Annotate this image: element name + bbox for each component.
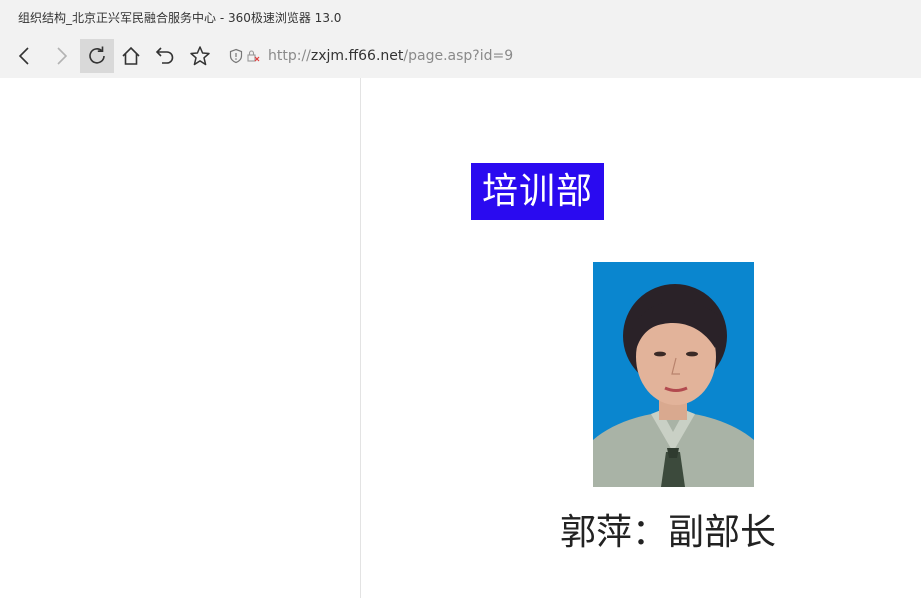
left-sidebar	[0, 78, 361, 598]
insecure-lock-icon[interactable]	[246, 49, 260, 63]
favorite-button[interactable]	[183, 39, 217, 73]
title-bar: 组织结构_北京正兴军民融合服务中心 - 360极速浏览器 13.0	[0, 0, 921, 34]
portrait-photo	[593, 262, 754, 487]
department-title: 培训部	[471, 163, 604, 220]
home-button[interactable]	[114, 39, 148, 73]
toolbar: http://zxjm.ff66.net/page.asp?id=9	[0, 34, 921, 78]
home-icon	[122, 46, 140, 65]
forward-button[interactable]	[44, 39, 78, 73]
shield-icon[interactable]	[228, 48, 244, 64]
back-button[interactable]	[8, 39, 42, 73]
address-bar[interactable]: http://zxjm.ff66.net/page.asp?id=9	[228, 34, 513, 78]
star-icon	[190, 46, 210, 66]
page-content: 培训部 郭萍：副部长	[0, 78, 921, 598]
url-text[interactable]: http://zxjm.ff66.net/page.asp?id=9	[268, 48, 513, 64]
window-title: 组织结构_北京正兴军民融合服务中心 - 360极速浏览器 13.0	[18, 11, 342, 25]
browser-window: 组织结构_北京正兴军民融合服务中心 - 360极速浏览器 13.0 http:/…	[0, 0, 921, 598]
undo-icon	[155, 47, 174, 64]
chevron-right-icon	[57, 47, 68, 65]
url-host: zxjm.ff66.net	[310, 48, 404, 64]
url-scheme: http://	[268, 48, 311, 64]
reload-button[interactable]	[80, 39, 114, 73]
chevron-left-icon	[18, 47, 29, 65]
reload-icon	[89, 46, 105, 64]
url-path: /page.asp?id=9	[403, 48, 514, 64]
undo-button[interactable]	[148, 39, 182, 73]
person-caption: 郭萍：副部长	[560, 512, 777, 553]
